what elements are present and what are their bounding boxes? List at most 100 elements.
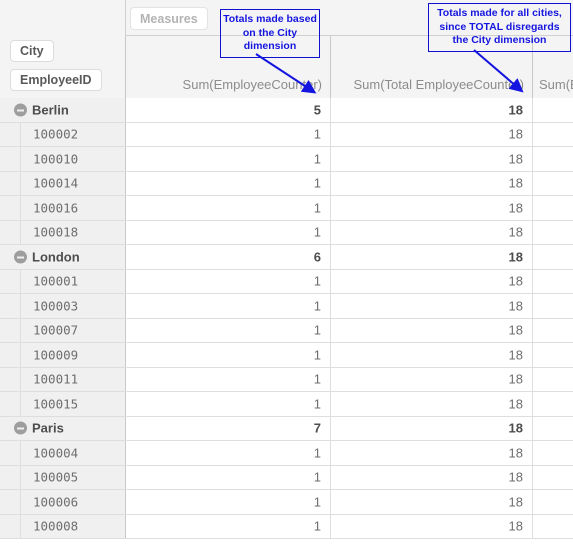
dimension-cell[interactable]: 100002 — [0, 122, 126, 146]
dimension-cell[interactable]: 100003 — [0, 294, 126, 318]
table-row[interactable]: 100015 1 18 — [0, 392, 573, 417]
measure-cell[interactable]: 1 — [126, 171, 331, 195]
measure-cell[interactable] — [533, 343, 573, 367]
collapse-minus-icon[interactable] — [14, 250, 27, 264]
measure-cell[interactable]: 18 — [331, 220, 533, 244]
measure-cell[interactable]: 18 — [331, 294, 533, 318]
dimension-label: Paris — [32, 420, 64, 436]
measure-cell[interactable]: 18 — [331, 416, 533, 440]
measure-cell[interactable]: 18 — [331, 196, 533, 220]
measure-cell[interactable]: 18 — [331, 392, 533, 416]
dimension-cell[interactable]: 100011 — [0, 367, 126, 391]
table-row[interactable]: 100009 1 18 — [0, 343, 573, 368]
measure-cell[interactable]: 1 — [126, 220, 331, 244]
measure-value: 1 — [313, 224, 321, 240]
measure-cell[interactable]: 7 — [126, 416, 331, 440]
measure-cell[interactable] — [533, 416, 573, 440]
measure-cell[interactable]: 18 — [331, 343, 533, 367]
dimension-cell[interactable]: 100006 — [0, 490, 126, 514]
measure-cell[interactable]: 1 — [126, 147, 331, 171]
table-row[interactable]: Paris 7 18 — [0, 416, 573, 441]
measure-cell[interactable] — [533, 441, 573, 465]
measure-cell[interactable] — [533, 392, 573, 416]
table-row[interactable]: 100010 1 18 — [0, 147, 573, 172]
dimension-label: 100015 — [33, 396, 79, 412]
measure-cell[interactable]: 1 — [126, 122, 331, 146]
collapse-minus-icon[interactable] — [14, 421, 27, 435]
measure-cell[interactable]: 18 — [331, 367, 533, 391]
table-row[interactable]: 100014 1 18 — [0, 171, 573, 196]
measure-cell[interactable]: 18 — [331, 245, 533, 269]
measures-pill[interactable]: Measures — [130, 7, 208, 30]
dimension-cell[interactable]: 100008 — [0, 514, 126, 538]
measure-cell[interactable] — [533, 269, 573, 293]
measure-cell[interactable] — [533, 465, 573, 489]
measure-cell[interactable]: 1 — [126, 490, 331, 514]
measure-cell[interactable]: 1 — [126, 441, 331, 465]
table-row[interactable]: 100016 1 18 — [0, 196, 573, 221]
collapse-minus-icon[interactable] — [14, 103, 27, 117]
measure-cell[interactable]: 18 — [331, 441, 533, 465]
measure-cell[interactable] — [533, 147, 573, 171]
measure-cell[interactable] — [533, 367, 573, 391]
measure-cell[interactable] — [533, 220, 573, 244]
measure-cell[interactable]: 1 — [126, 196, 331, 220]
table-row[interactable]: London 6 18 — [0, 245, 573, 270]
measure-cell[interactable]: 5 — [126, 98, 331, 122]
group-header-cell[interactable]: Paris — [0, 416, 126, 440]
measure-cell[interactable]: 18 — [331, 269, 533, 293]
measure-cell[interactable] — [533, 318, 573, 342]
table-row[interactable]: 100018 1 18 — [0, 220, 573, 245]
measure-cell[interactable]: 1 — [126, 343, 331, 367]
dimension-cell[interactable]: 100001 — [0, 269, 126, 293]
table-row[interactable]: 100011 1 18 — [0, 367, 573, 392]
dimension-cell[interactable]: 100016 — [0, 196, 126, 220]
dimension-cell[interactable]: 100018 — [0, 220, 126, 244]
measure-value: 18 — [508, 200, 523, 216]
measure-cell[interactable]: 18 — [331, 98, 533, 122]
measure-cell[interactable] — [533, 514, 573, 538]
measure-cell[interactable]: 18 — [331, 147, 533, 171]
measure-cell[interactable]: 1 — [126, 318, 331, 342]
dimension-cell[interactable]: 100007 — [0, 318, 126, 342]
table-row[interactable]: 100006 1 18 — [0, 490, 573, 515]
dimension-cell[interactable]: 100004 — [0, 441, 126, 465]
measure-cell[interactable]: 1 — [126, 367, 331, 391]
measure-cell[interactable]: 1 — [126, 269, 331, 293]
measure-cell[interactable]: 18 — [331, 465, 533, 489]
measure-cell[interactable] — [533, 245, 573, 269]
table-row[interactable]: 100003 1 18 — [0, 294, 573, 319]
measure-cell[interactable]: 18 — [331, 171, 533, 195]
dimension-pill-city[interactable]: City — [10, 40, 54, 62]
dimension-cell[interactable]: 100010 — [0, 147, 126, 171]
table-row[interactable]: Berlin 5 18 — [0, 98, 573, 123]
measure-cell[interactable]: 18 — [331, 122, 533, 146]
table-row[interactable]: 100004 1 18 — [0, 441, 573, 466]
measure-cell[interactable] — [533, 490, 573, 514]
measure-cell[interactable]: 1 — [126, 392, 331, 416]
measure-cell[interactable] — [533, 98, 573, 122]
measure-cell[interactable] — [533, 196, 573, 220]
measure-cell[interactable]: 18 — [331, 318, 533, 342]
measure-cell[interactable]: 1 — [126, 465, 331, 489]
measure-cell[interactable] — [533, 294, 573, 318]
dimension-cell[interactable]: 100014 — [0, 171, 126, 195]
dimension-cell[interactable]: 100015 — [0, 392, 126, 416]
measure-cell[interactable]: 1 — [126, 294, 331, 318]
table-row[interactable]: 100002 1 18 — [0, 122, 573, 147]
table-row[interactable]: 100005 1 18 — [0, 465, 573, 490]
measure-cell[interactable]: 1 — [126, 514, 331, 538]
group-header-cell[interactable]: London — [0, 245, 126, 269]
dimension-pill-employeeid[interactable]: EmployeeID — [10, 69, 102, 91]
measure-cell[interactable]: 18 — [331, 490, 533, 514]
dimension-cell[interactable]: 100005 — [0, 465, 126, 489]
group-header-cell[interactable]: Berlin — [0, 98, 126, 122]
table-row[interactable]: 100001 1 18 — [0, 269, 573, 294]
table-row[interactable]: 100007 1 18 — [0, 318, 573, 343]
measure-cell[interactable] — [533, 122, 573, 146]
table-row[interactable]: 100008 1 18 — [0, 514, 573, 539]
measure-cell[interactable]: 18 — [331, 514, 533, 538]
dimension-cell[interactable]: 100009 — [0, 343, 126, 367]
measure-cell[interactable]: 6 — [126, 245, 331, 269]
measure-cell[interactable] — [533, 171, 573, 195]
